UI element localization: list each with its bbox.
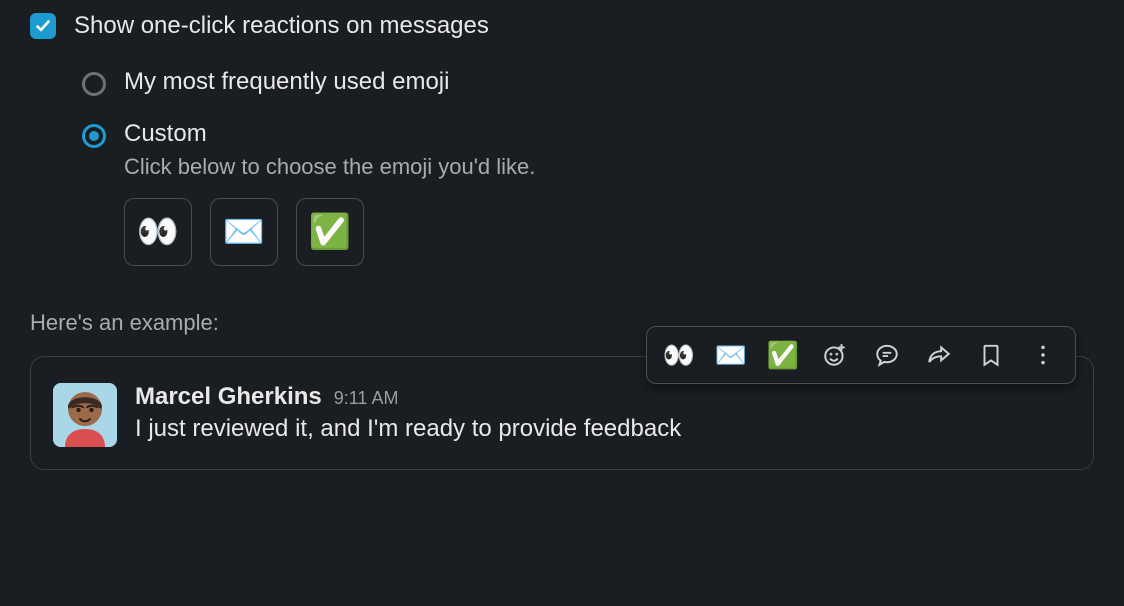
- message-body: Marcel Gherkins 9:11 AM I just reviewed …: [135, 383, 1071, 443]
- custom-emoji-slot-3[interactable]: ✅: [296, 198, 364, 266]
- example-message-wrapper: 👀 ✉️ ✅: [30, 356, 1094, 470]
- message-header: Marcel Gherkins 9:11 AM: [135, 383, 1071, 411]
- smiley-plus-icon: [822, 342, 848, 368]
- quick-reaction-check[interactable]: ✅: [761, 333, 805, 377]
- quick-reaction-envelope[interactable]: ✉️: [709, 333, 753, 377]
- custom-emoji-slot-1[interactable]: 👀: [124, 198, 192, 266]
- reply-thread-button[interactable]: [865, 333, 909, 377]
- sender-avatar[interactable]: [53, 383, 117, 447]
- bookmark-icon: [978, 342, 1004, 368]
- share-arrow-icon: [926, 342, 952, 368]
- one-click-reactions-option: Show one-click reactions on messages: [30, 12, 1094, 40]
- thread-icon: [874, 342, 900, 368]
- one-click-reactions-label[interactable]: Show one-click reactions on messages: [74, 12, 489, 40]
- add-reaction-button[interactable]: [813, 333, 857, 377]
- message-timestamp[interactable]: 9:11 AM: [334, 388, 399, 409]
- message-actions-toolbar: 👀 ✉️ ✅: [646, 326, 1076, 384]
- check-icon: [35, 18, 51, 34]
- share-forward-button[interactable]: [917, 333, 961, 377]
- more-actions-button[interactable]: [1021, 333, 1065, 377]
- radio-custom-label[interactable]: Custom: [124, 120, 535, 148]
- radio-option-frequent: My most frequently used emoji: [82, 68, 1094, 96]
- radio-custom-description: Click below to choose the emoji you'd li…: [124, 154, 535, 180]
- sender-name[interactable]: Marcel Gherkins: [135, 383, 322, 411]
- custom-emoji-row: 👀 ✉️ ✅: [124, 198, 535, 266]
- one-click-reactions-checkbox[interactable]: [30, 13, 56, 39]
- avatar-illustration-icon: [53, 383, 117, 447]
- radio-frequent-input[interactable]: [82, 72, 106, 96]
- message-text: I just reviewed it, and I'm ready to pro…: [135, 415, 1071, 443]
- emoji-source-radio-group: My most frequently used emoji Custom Cli…: [82, 68, 1094, 266]
- quick-reaction-eyes[interactable]: 👀: [657, 333, 701, 377]
- radio-frequent-label[interactable]: My most frequently used emoji: [124, 68, 449, 96]
- bookmark-button[interactable]: [969, 333, 1013, 377]
- radio-option-custom: Custom Click below to choose the emoji y…: [82, 120, 1094, 266]
- more-vertical-icon: [1030, 342, 1056, 368]
- radio-custom-input[interactable]: [82, 124, 106, 148]
- custom-emoji-slot-2[interactable]: ✉️: [210, 198, 278, 266]
